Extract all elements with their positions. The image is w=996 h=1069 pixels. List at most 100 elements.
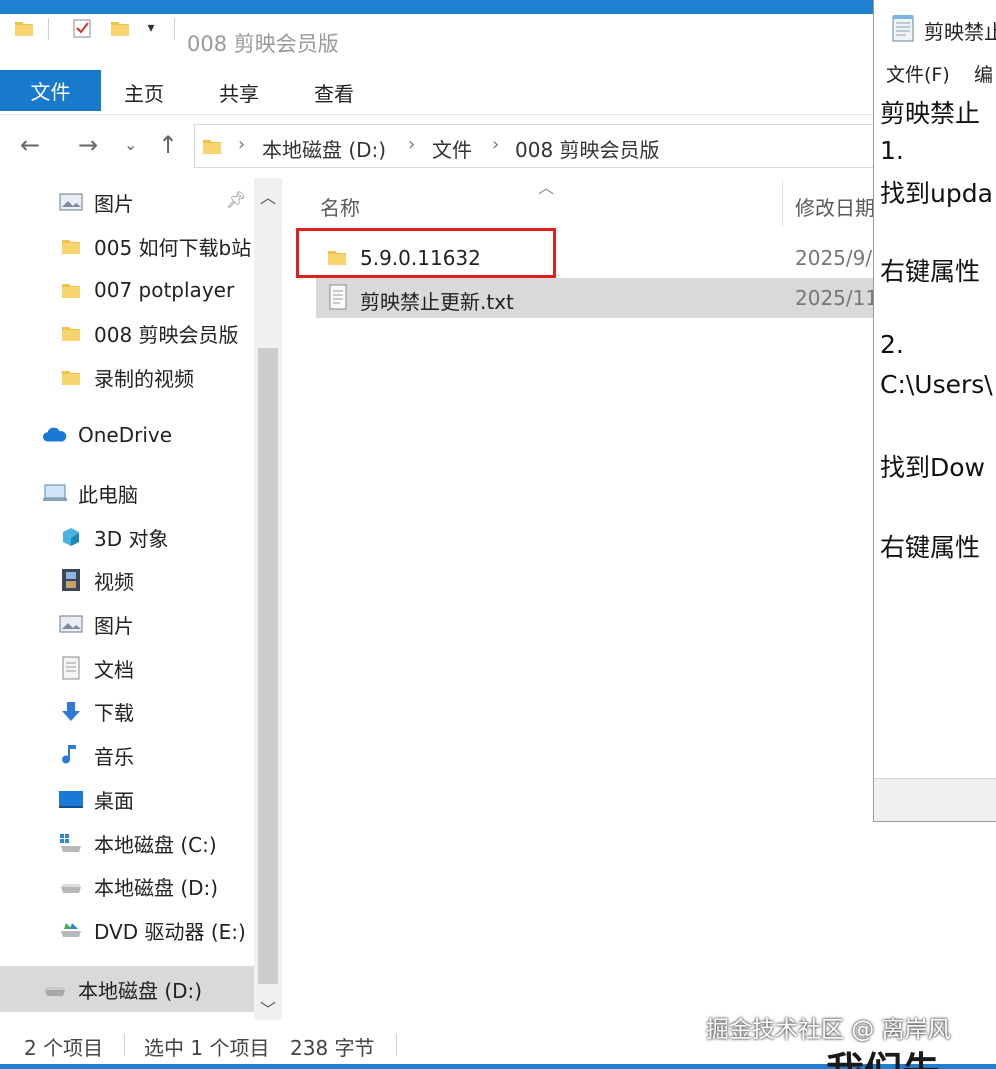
red-highlight-box [296,228,556,278]
window-top-edge [0,0,996,14]
nav-item-desktop[interactable]: 桌面 [58,781,254,817]
drive-c-icon [58,832,84,854]
cut-off-caption: 我们先 [826,1040,940,1069]
breadcrumb-chevron-icon[interactable]: › [492,134,499,155]
nav-item-label: 录制的视频 [94,366,194,391]
back-arrow-icon[interactable]: ← [20,130,40,160]
nav-item-label: 本地磁盘 (C:) [94,832,217,857]
status-divider [124,1034,125,1056]
recent-locations-chevron-icon[interactable]: ⌄ [124,130,137,160]
sort-ascending-icon: ︿ [538,178,555,197]
file-date: 2025/11 [795,286,879,310]
pictures-icon [58,613,84,635]
nav-item-label: 图片 [94,613,134,638]
nav-item-folder-005[interactable]: 005 如何下载b站 [58,228,254,264]
folder-icon [200,132,224,160]
tab-share[interactable]: 共享 [219,78,259,107]
nav-item-folder-008[interactable]: 008 剪映会员版 [58,315,254,351]
pin-icon[interactable]: 📌︎ [226,190,246,209]
nav-item-folder-007[interactable]: 007 potplayer [58,272,254,308]
notepad-icon [890,14,916,46]
notepad-line: 找到Dow [880,453,985,482]
music-icon [58,744,84,766]
downloads-icon [58,700,84,722]
desktop-icon [58,788,84,810]
column-header-modified[interactable]: 修改日期 [795,192,875,221]
column-divider[interactable] [782,180,783,226]
nav-item-label: DVD 驱动器 (E:) [94,919,246,944]
file-row-text-selected[interactable]: 剪映禁止更新.txt 2025/11 [316,278,879,318]
nav-item-label: 本地磁盘 (D:) [94,875,219,900]
file-name: 剪映禁止更新.txt [360,290,514,314]
notepad-line: 剪映禁止 [880,99,981,128]
nav-item-label: 文档 [94,657,134,682]
up-arrow-icon[interactable]: ↑ [158,130,178,160]
folder-icon [58,235,84,257]
breadcrumb-current-folder[interactable]: 008 剪映会员版 [515,134,660,163]
nav-item-videos[interactable]: 视频 [58,562,254,598]
notepad-line: 右键属性 [880,257,981,286]
nav-item-music[interactable]: 音乐 [58,737,254,773]
breadcrumb-drive-d[interactable]: 本地磁盘 (D:) [262,134,386,163]
folder-icon [10,14,38,42]
nav-item-label: 下载 [94,700,134,725]
notepad-title-bar: 剪映禁止 [874,0,996,56]
status-selection: 选中 1 个项目 [144,1036,270,1060]
toolbar-divider [174,18,175,40]
nav-item-label: 桌面 [94,788,134,813]
notepad-menu-bar: 文件(F) 编 [874,56,996,90]
tab-view[interactable]: 查看 [314,78,354,107]
nav-item-label: 此电脑 [78,482,138,507]
videos-icon [58,569,84,591]
scroll-up-arrow-icon[interactable]: ︿ [254,184,282,208]
nav-item-recorded-videos[interactable]: 录制的视频 [58,359,254,395]
nav-item-label: 音乐 [94,744,134,769]
notepad-line: 1. [880,136,904,165]
nav-item-pictures-quick[interactable]: 图片 [58,184,254,220]
3d-objects-icon [58,526,84,548]
scrollbar-thumb[interactable] [258,348,278,984]
nav-item-dvd-drive[interactable]: DVD 驱动器 (E:) [58,912,254,948]
dvd-drive-icon [58,919,84,941]
nav-item-drive-d-selected[interactable]: 本地磁盘 (D:) [0,966,254,1012]
nav-item-drive-c[interactable]: 本地磁盘 (C:) [58,825,254,861]
new-folder-icon[interactable] [106,14,134,42]
notepad-window[interactable]: 剪映禁止 文件(F) 编 剪映禁止 1. 找到upda 右键属性 2. C:\U… [873,0,996,822]
this-pc-icon [42,482,68,504]
nav-item-label: OneDrive [78,423,173,447]
notepad-line: 2. [880,330,904,359]
nav-item-this-pc[interactable]: 此电脑 [42,475,254,511]
properties-icon[interactable] [68,14,96,42]
pictures-icon [58,191,84,213]
breadcrumb-files[interactable]: 文件 [432,134,472,163]
watermark-text: 掘金技术社区 @ 离岸风 [706,1017,951,1043]
menu-file[interactable]: 文件(F) [886,60,950,87]
nav-pane-scrollbar[interactable]: ︿ ﹀ [254,178,282,1020]
menu-edit[interactable]: 编 [974,60,993,87]
notepad-line: 找到upda [880,179,993,208]
notepad-line: 右键属性 [880,533,981,562]
nav-item-3d-objects[interactable]: 3D 对象 [58,519,254,555]
nav-item-documents[interactable]: 文档 [58,650,254,686]
customize-toolbar-dropdown-icon[interactable]: ▾ [140,14,162,42]
nav-item-label: 视频 [94,569,134,594]
tab-file[interactable]: 文件 [0,70,101,111]
file-explorer-window: ▾ 008 剪映会员版 文件 主页 共享 查看 ← → ⌄ ↑ › 本地磁盘 (… [0,0,996,1069]
nav-item-label: 008 剪映会员版 [94,322,239,347]
file-date: 2025/9/ [795,246,873,270]
nav-item-label: 005 如何下载b站 [94,235,252,260]
breadcrumb-chevron-icon[interactable]: › [408,134,415,155]
nav-item-pictures[interactable]: 图片 [58,606,254,642]
scroll-down-arrow-icon[interactable]: ﹀ [254,996,282,1020]
drive-icon [58,875,84,897]
notepad-title: 剪映禁止 [924,20,996,44]
nav-item-onedrive[interactable]: OneDrive [42,417,254,453]
nav-item-drive-d[interactable]: 本地磁盘 (D:) [58,868,254,904]
forward-arrow-icon[interactable]: → [78,130,98,160]
toolbar-divider [48,18,49,40]
onedrive-cloud-icon [42,424,68,446]
column-header-name[interactable]: 名称 [320,192,360,221]
breadcrumb-chevron-icon[interactable]: › [238,134,245,155]
nav-item-downloads[interactable]: 下载 [58,693,254,729]
tab-home[interactable]: 主页 [124,78,164,107]
